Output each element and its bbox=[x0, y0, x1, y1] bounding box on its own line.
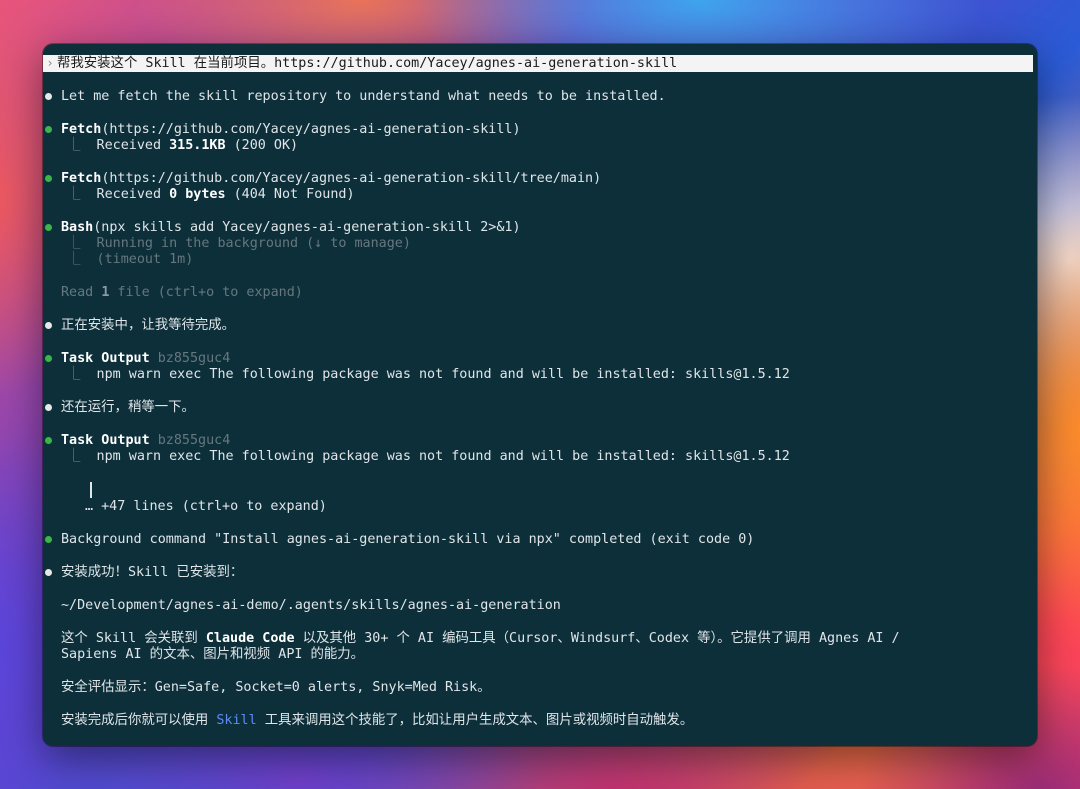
result-status: (404 Not Found) bbox=[225, 187, 355, 202]
text-cursor bbox=[90, 482, 92, 498]
result-size: 0 bytes bbox=[169, 187, 226, 202]
bash-status: ⎿ Running in the background (↓ to manage… bbox=[67, 235, 411, 252]
terminal-window[interactable]: › 帮我安装这个 Skill 在当前项目。https://github.com/Y… bbox=[43, 44, 1037, 746]
usage-prefix: 安装完成后你就可以使用 bbox=[61, 713, 217, 728]
prompt-text: 帮我安装这个 Skill 在当前项目。https://github.com/Ya… bbox=[57, 56, 678, 71]
elbow-icon: ⎿ bbox=[67, 138, 81, 153]
elbow-icon: ⎿ bbox=[67, 187, 81, 202]
bash-timeout-text: (timeout 1m) bbox=[96, 252, 194, 267]
desc-prefix: 这个 Skill 会关联到 bbox=[61, 631, 206, 646]
tool-call-fetch[interactable]: Fetch(https://github.com/Yacey/agnes-ai-… bbox=[61, 121, 521, 138]
background-complete-message: Background command "Install agnes-ai-gen… bbox=[61, 532, 755, 547]
description-line: Sapiens AI 的文本、图片和视频 API 的能力。 bbox=[61, 647, 365, 662]
task-id: bz855guc4 bbox=[149, 433, 231, 448]
task-id: bz855guc4 bbox=[149, 351, 231, 366]
tool-name: Fetch bbox=[61, 122, 102, 137]
bullet-icon bbox=[45, 404, 52, 411]
success-bullet-icon bbox=[45, 536, 52, 543]
read-suffix: file (ctrl+o to expand) bbox=[109, 285, 303, 300]
desc-suffix: 以及其他 30+ 个 AI 编码工具（Cursor、Windsurf、Codex… bbox=[294, 631, 900, 646]
bash-status-text: Running in the background (↓ to manage) bbox=[96, 236, 411, 251]
description-line: 这个 Skill 会关联到 Claude Code 以及其他 30+ 个 AI … bbox=[61, 630, 900, 647]
bullet-icon bbox=[45, 322, 52, 329]
task-output-text: npm warn exec The following package was … bbox=[96, 449, 790, 464]
prompt-chevron-icon: › bbox=[46, 56, 54, 70]
install-path: ~/Development/agnes-ai-demo/.agents/skil… bbox=[61, 598, 561, 613]
success-bullet-icon bbox=[45, 437, 52, 444]
tool-args: (https://github.com/Yacey/agnes-ai-gener… bbox=[101, 122, 521, 137]
result-prefix: Received bbox=[96, 187, 170, 202]
success-bullet-icon bbox=[45, 355, 52, 362]
tool-args: (https://github.com/Yacey/agnes-ai-gener… bbox=[101, 171, 602, 186]
task-output-text: npm warn exec The following package was … bbox=[96, 367, 790, 382]
read-prefix: Read bbox=[61, 285, 102, 300]
usage-line: 安装完成后你就可以使用 Skill 工具来调用这个技能了，比如让用户生成文本、图… bbox=[61, 712, 693, 729]
tool-args: (npx skills add Yacey/agnes-ai-generatio… bbox=[93, 220, 521, 235]
tool-result: ⎿ Received 0 bytes (404 Not Found) bbox=[67, 186, 355, 203]
result-size: 315.1KB bbox=[169, 138, 226, 153]
assistant-message: 正在安装中，让我等待完成。 bbox=[61, 318, 236, 333]
tool-result: ⎿ Received 315.1KB (200 OK) bbox=[67, 137, 298, 154]
tool-call-bash[interactable]: Bash(npx skills add Yacey/agnes-ai-gener… bbox=[61, 219, 521, 236]
security-assessment: 安全评估显示：Gen=Safe, Socket=0 alerts, Snyk=M… bbox=[61, 680, 491, 695]
tool-name: Fetch bbox=[61, 171, 102, 186]
tool-call-fetch[interactable]: Fetch(https://github.com/Yacey/agnes-ai-… bbox=[61, 170, 601, 187]
tool-name: Task Output bbox=[61, 433, 150, 448]
bullet-icon bbox=[45, 569, 52, 576]
bash-timeout: ⎿ (timeout 1m) bbox=[67, 251, 193, 268]
result-status: (200 OK) bbox=[225, 138, 299, 153]
result-prefix: Received bbox=[96, 138, 170, 153]
elbow-icon: ⎿ bbox=[67, 367, 81, 382]
skill-tool-link[interactable]: Skill bbox=[216, 713, 256, 728]
elbow-icon: ⎿ bbox=[67, 252, 81, 267]
tool-call-task-output[interactable]: Task Output bz855guc4 bbox=[61, 350, 230, 367]
elbow-icon: ⎿ bbox=[67, 449, 81, 464]
elbow-icon: ⎿ bbox=[67, 236, 81, 251]
tool-name: Task Output bbox=[61, 351, 150, 366]
usage-suffix: 工具来调用这个技能了，比如让用户生成文本、图片或视频时自动触发。 bbox=[256, 713, 694, 728]
success-bullet-icon bbox=[45, 224, 52, 231]
tool-name: Bash bbox=[61, 220, 94, 235]
success-bullet-icon bbox=[45, 175, 52, 182]
user-prompt[interactable]: › 帮我安装这个 Skill 在当前项目。https://github.com/Y… bbox=[43, 55, 1033, 72]
tool-call-task-output[interactable]: Task Output bz855guc4 bbox=[61, 432, 230, 449]
read-summary[interactable]: Read 1 file (ctrl+o to expand) bbox=[61, 284, 303, 301]
assistant-message: 安装成功！Skill 已安装到： bbox=[61, 565, 244, 580]
bullet-icon bbox=[45, 93, 52, 100]
task-output-line: ⎿ npm warn exec The following package wa… bbox=[67, 448, 790, 465]
assistant-message: 还在运行，稍等一下。 bbox=[61, 400, 195, 415]
assistant-message: Let me fetch the skill repository to und… bbox=[61, 89, 666, 104]
claude-code-label: Claude Code bbox=[205, 631, 295, 646]
success-bullet-icon bbox=[45, 126, 52, 133]
expand-more-lines[interactable]: … +47 lines (ctrl+o to expand) bbox=[85, 498, 327, 515]
task-output-line: ⎿ npm warn exec The following package wa… bbox=[67, 366, 790, 383]
